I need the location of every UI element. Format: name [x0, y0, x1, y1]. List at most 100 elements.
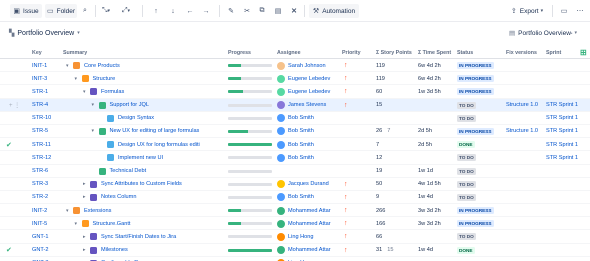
assignee[interactable]: Bob Smith: [277, 191, 314, 204]
outdent-button[interactable]: ←: [184, 4, 196, 18]
move-up-button[interactable]: ↑: [150, 4, 162, 18]
collapse-twisty-icon[interactable]: ▾: [75, 221, 82, 227]
issue-key[interactable]: INIT-3: [32, 72, 47, 85]
issue-summary[interactable]: Technical Debt: [92, 165, 146, 178]
issue-summary[interactable]: ▾ Formulas: [83, 85, 124, 98]
issue-key[interactable]: INIT-5: [32, 217, 47, 230]
table-row[interactable]: STR-2 ▸ Notes Column Bob Smith ↑ 9 1w 4d TO DO: [0, 191, 590, 205]
assignee[interactable]: Bob Smith: [277, 138, 314, 151]
assignee[interactable]: Ling Hong: [277, 257, 314, 261]
status-cell[interactable]: TO DO: [457, 178, 476, 191]
table-row[interactable]: STR-10 Design Syntax Bob Smith TO DO STR Spr…: [0, 112, 590, 125]
issue-summary[interactable]: ▾ Structure: [75, 72, 115, 85]
issue-summary[interactable]: ▸Configurable Resources: [83, 257, 161, 261]
column-assignee[interactable]: Assignee: [277, 50, 301, 56]
issue-summary[interactable]: ▸ Milestones: [83, 244, 128, 257]
search-button[interactable]: ⌕: [79, 4, 91, 18]
more-menu-button[interactable]: ⋯: [575, 4, 585, 18]
paste-button[interactable]: ▤: [272, 4, 284, 18]
indent-button[interactable]: →: [200, 4, 212, 18]
collapse-twisty-icon[interactable]: ▾: [66, 63, 73, 69]
export-button[interactable]: ⇪ Export ▾: [510, 4, 544, 18]
panel-toggle-button[interactable]: ▭: [558, 4, 570, 18]
status-cell[interactable]: TO DO: [457, 191, 476, 204]
issue-key[interactable]: STR-12: [32, 151, 51, 164]
collapse-twisty-icon[interactable]: ▾: [66, 208, 73, 214]
issue-summary[interactable]: ▾ Structure.Gantt: [75, 217, 130, 230]
drag-handle-icon[interactable]: + ⋮: [9, 99, 20, 112]
table-row[interactable]: ✔ STR-11 Design UX for long formulas editi…: [0, 138, 590, 152]
status-cell[interactable]: TO DO: [457, 99, 476, 112]
move-down-button[interactable]: ↓: [167, 4, 179, 18]
automation-button[interactable]: ⚒ Automation: [309, 4, 359, 18]
status-cell[interactable]: IN PROGRESS: [457, 204, 494, 217]
assignee[interactable]: Bob Smith: [277, 112, 314, 125]
assignee[interactable]: Bob Smith: [277, 151, 314, 164]
sprint[interactable]: STR Sprint 1: [546, 125, 578, 138]
issue-summary[interactable]: ▸ Sync Start/Finish Dates to Jira: [83, 230, 176, 243]
status-cell[interactable]: IN PROGRESS: [457, 59, 494, 72]
assignee[interactable]: Mohammed Attar: [277, 217, 331, 230]
create-folder-button[interactable]: ▭ Folder: [45, 4, 77, 18]
issue-summary[interactable]: ▾ Support for JQL: [92, 99, 149, 112]
sprint[interactable]: STR Sprint 1: [546, 151, 578, 164]
copy-button[interactable]: ⧉: [256, 4, 268, 18]
issue-key[interactable]: STR-1: [32, 85, 48, 98]
issue-key[interactable]: GNT-1: [32, 230, 48, 243]
table-row[interactable]: INIT-5 ▾ Structure.Gantt Mohammed Attar ↑ 166…: [0, 217, 590, 231]
issue-summary[interactable]: Design UX for long formulas editi: [100, 138, 200, 151]
fix-version[interactable]: Structure 1.0: [506, 99, 538, 112]
collapse-twisty-icon[interactable]: ▾: [83, 89, 90, 95]
column-progress[interactable]: Progress: [228, 50, 251, 56]
column-fix-versions[interactable]: Fix versions: [506, 50, 537, 56]
table-row[interactable]: STR-3 ▸ Sync Attributes to Custom Fields Ja…: [0, 178, 590, 191]
column-key[interactable]: Key: [32, 50, 42, 56]
sprint[interactable]: STR Sprint 1: [546, 138, 578, 151]
sprint[interactable]: STR Sprint 1: [546, 99, 578, 112]
expand-button[interactable]: ⤡ ▾: [99, 4, 113, 18]
table-row[interactable]: STR-1 ▾ Formulas Eugene Lebedev ↑ 60 1w 3d 5h I…: [0, 85, 590, 99]
issue-summary[interactable]: Implement new UI: [100, 151, 163, 164]
status-cell[interactable]: TO DO: [457, 112, 476, 125]
column-story-points[interactable]: Σ Story Points: [376, 50, 412, 56]
status-cell[interactable]: DONE: [457, 138, 475, 151]
column-summary[interactable]: Summary: [63, 50, 87, 56]
assignee[interactable]: James Stevens: [277, 99, 326, 112]
issue-key[interactable]: STR-2: [32, 191, 48, 204]
issue-key[interactable]: GNT-3: [32, 257, 48, 261]
collapse-button[interactable]: ⤢ ▾: [119, 4, 133, 18]
status-cell[interactable]: IN PROGRESS: [457, 217, 494, 230]
issue-summary[interactable]: ▸ Sync Attributes to Custom Fields: [83, 178, 182, 191]
status-cell[interactable]: TO DO: [457, 151, 476, 164]
expand-twisty-icon[interactable]: ▸: [83, 247, 90, 253]
cut-button[interactable]: ✂: [241, 4, 253, 18]
edit-button[interactable]: ✎: [225, 4, 237, 18]
collapse-twisty-icon[interactable]: ▾: [92, 102, 99, 108]
assignee[interactable]: Mohammed Attar: [277, 244, 331, 257]
column-status[interactable]: Status: [457, 50, 473, 56]
issue-key[interactable]: STR-6: [32, 165, 48, 178]
view-switcher[interactable]: ▤ Portfolio Overview * ▾: [509, 29, 580, 38]
column-time-spent[interactable]: Σ Time Spent: [418, 50, 451, 56]
create-issue-button[interactable]: ▣ Issue: [10, 4, 42, 18]
issue-key[interactable]: STR-3: [32, 178, 48, 191]
table-row[interactable]: STR-5 ▾ New UX for editing of large formul…: [0, 125, 590, 139]
table-row[interactable]: INIT-1 ▾ Core Products Sarah Johnson ↑ 119 6w …: [0, 59, 590, 73]
table-row[interactable]: ✔ GNT-2 ▸ Milestones Mohammed Attar ↑ 31 15 1w 4…: [0, 244, 590, 257]
table-row[interactable]: INIT-3 ▾ Structure Eugene Lebedev ↑ 119 6w 4d …: [0, 72, 590, 86]
assignee[interactable]: Jacques Durand: [277, 178, 329, 191]
issue-key[interactable]: STR-10: [32, 112, 51, 125]
status-cell[interactable]: TO DO: [457, 165, 476, 178]
issue-summary[interactable]: ▸ Notes Column: [83, 191, 136, 204]
issue-key[interactable]: STR-5: [32, 125, 48, 138]
column-sprint[interactable]: Sprint: [546, 50, 561, 56]
status-cell[interactable]: IN PROGRESS: [457, 85, 494, 98]
issue-summary[interactable]: Design Syntax: [100, 112, 154, 125]
expand-twisty-icon[interactable]: ▸: [83, 194, 90, 200]
table-row[interactable]: STR-6 Technical Debt 19 1w 1d TO DO: [0, 165, 590, 178]
assignee[interactable]: Ling Hong: [277, 230, 314, 243]
view-selector[interactable]: ▚ Portfolio Overview ▾: [9, 29, 83, 38]
assignee[interactable]: Eugene Lebedev: [277, 85, 330, 98]
table-row[interactable]: GNT-3 ▸Configurable Resources Ling Hong ↑: [0, 257, 590, 261]
issue-key[interactable]: INIT-2: [32, 204, 47, 217]
